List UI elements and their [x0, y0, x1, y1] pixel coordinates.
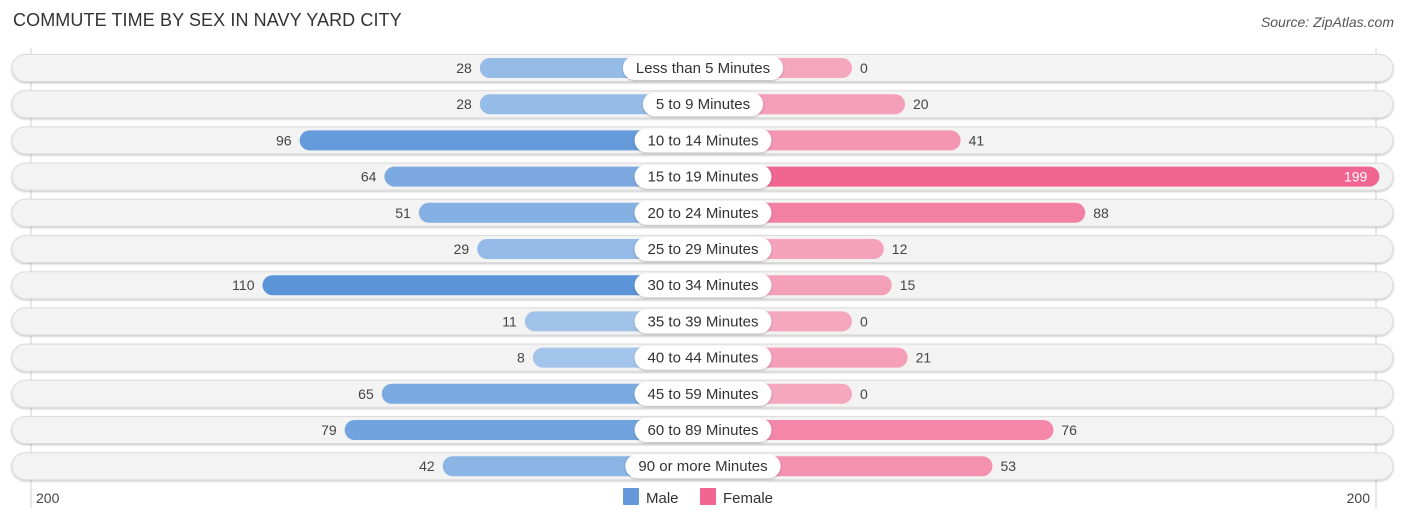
- category-label: 35 to 39 Minutes: [648, 313, 759, 330]
- female-value-label: 21: [916, 350, 932, 366]
- male-value-label: 11: [502, 313, 517, 329]
- legend-label-female: Female: [723, 490, 773, 507]
- male-value-label: 96: [276, 132, 292, 148]
- male-value-label: 51: [395, 205, 411, 221]
- male-value-label: 64: [361, 169, 377, 185]
- category-label: 60 to 89 Minutes: [648, 422, 759, 439]
- female-value-label: 0: [860, 313, 868, 329]
- female-value-label: 12: [892, 241, 908, 257]
- male-value-label: 79: [321, 422, 337, 438]
- male-value-label: 29: [454, 241, 470, 257]
- category-label: 15 to 19 Minutes: [648, 169, 759, 186]
- female-value-label: 88: [1093, 205, 1109, 221]
- female-value-label: 0: [860, 60, 868, 76]
- male-value-label: 65: [358, 386, 374, 402]
- male-value-label: 42: [419, 458, 435, 474]
- female-value-label: 0: [860, 386, 868, 402]
- category-label: 5 to 9 Minutes: [656, 96, 750, 113]
- axis-label-right: 200: [1347, 490, 1371, 506]
- legend-label-male: Male: [646, 490, 679, 507]
- female-value-label: 199: [1344, 169, 1368, 185]
- category-label: 45 to 59 Minutes: [648, 386, 759, 403]
- female-value-label: 53: [1000, 458, 1016, 474]
- category-label: 20 to 24 Minutes: [648, 205, 759, 222]
- category-label: 10 to 14 Minutes: [648, 132, 759, 149]
- category-label: Less than 5 Minutes: [636, 60, 770, 77]
- axis-label-left: 200: [36, 490, 60, 506]
- category-label: 30 to 34 Minutes: [648, 277, 759, 294]
- legend-swatch-male: [623, 488, 639, 505]
- male-value-label: 8: [517, 350, 525, 366]
- male-value-label: 28: [456, 60, 472, 76]
- female-value-label: 41: [969, 132, 985, 148]
- chart-area: 28 0 Less than 5 Minutes 28 20 5 to 9 Minutes…: [11, 48, 1394, 508]
- female-value-label: 15: [900, 277, 916, 293]
- male-value-label: 28: [456, 96, 472, 112]
- legend-swatch-female: [700, 488, 716, 505]
- category-label: 40 to 44 Minutes: [648, 350, 759, 367]
- female-bar: [703, 166, 1380, 187]
- category-label: 25 to 29 Minutes: [648, 241, 759, 258]
- female-value-label: 76: [1061, 422, 1077, 438]
- female-value-label: 20: [913, 96, 929, 112]
- male-value-label: 110: [232, 277, 255, 293]
- category-label: 90 or more Minutes: [638, 458, 767, 475]
